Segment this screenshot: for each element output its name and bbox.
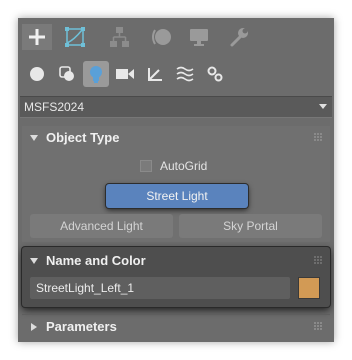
tab-lights[interactable] [83, 61, 109, 87]
name-and-color-header[interactable]: Name and Color [22, 249, 330, 273]
tab-cameras[interactable] [112, 61, 138, 87]
sphere-icon [30, 67, 44, 81]
category-tab-bar [18, 58, 334, 90]
light-type-dropdown[interactable]: MSFS2024 [20, 96, 332, 118]
tab-hierarchy[interactable] [104, 24, 134, 50]
object-type-title: Object Type [46, 130, 120, 145]
street-light-button[interactable]: Street Light [106, 184, 248, 208]
object-color-swatch[interactable] [298, 277, 320, 299]
modify-curve-icon [65, 27, 85, 47]
tab-systems[interactable] [202, 61, 228, 87]
main-tab-bar [18, 18, 334, 54]
tab-motion[interactable] [146, 24, 176, 50]
collapse-triangle-icon [30, 258, 38, 264]
gears-icon [207, 66, 223, 82]
advanced-light-button[interactable]: Advanced Light [30, 214, 173, 238]
grip-icon [314, 256, 322, 264]
tab-spacewarps[interactable] [172, 61, 198, 87]
plus-icon [29, 29, 45, 45]
dropdown-value: MSFS2024 [24, 100, 85, 114]
object-name-value: StreetLight_Left_1 [36, 281, 135, 295]
shapes-icon [59, 66, 74, 81]
collapse-triangle-icon [30, 135, 38, 141]
autogrid-label: AutoGrid [160, 159, 208, 173]
tab-geometry[interactable] [24, 61, 50, 87]
grip-icon [314, 133, 322, 141]
motion-icon [152, 29, 171, 45]
grip-icon [314, 322, 322, 330]
sky-portal-button[interactable]: Sky Portal [179, 214, 322, 238]
autogrid-checkbox[interactable] [140, 160, 152, 172]
tab-helpers[interactable] [142, 61, 168, 87]
object-type-header[interactable]: Object Type [22, 126, 330, 150]
parameters-header[interactable]: Parameters [22, 315, 330, 339]
tab-display[interactable] [184, 24, 214, 50]
object-name-field[interactable]: StreetLight_Left_1 [30, 277, 290, 299]
tab-shapes[interactable] [54, 61, 80, 87]
monitor-icon [190, 29, 208, 46]
lightbulb-icon [90, 66, 102, 83]
spacewarp-icon [176, 66, 194, 82]
tab-utilities[interactable] [224, 24, 254, 50]
tab-modify[interactable] [60, 24, 90, 50]
chevron-down-icon [319, 104, 327, 109]
name-and-color-rollout: Name and Color StreetLight_Left_1 [22, 247, 330, 307]
name-and-color-title: Name and Color [46, 253, 146, 268]
helpers-icon [148, 68, 162, 81]
parameters-title: Parameters [46, 319, 117, 334]
hierarchy-icon [110, 27, 129, 47]
command-panel: MSFS2024 Object Type AutoGrid Street Lig… [18, 18, 334, 342]
tab-create[interactable] [22, 24, 52, 50]
expand-triangle-icon [31, 323, 37, 331]
wrench-icon [230, 28, 248, 47]
camera-icon [116, 69, 134, 79]
